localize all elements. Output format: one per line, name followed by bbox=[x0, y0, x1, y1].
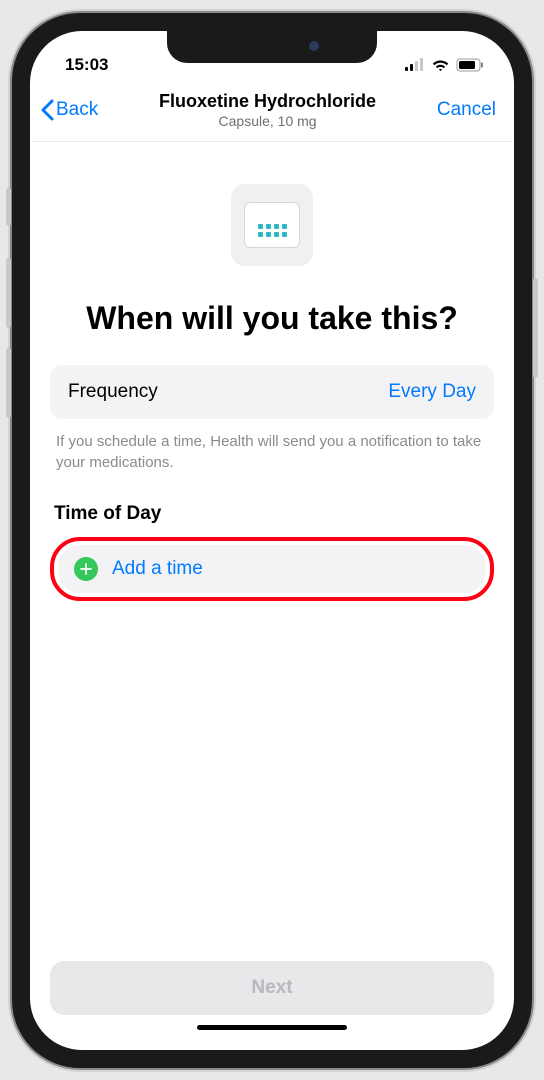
headline: When will you take this? bbox=[60, 300, 484, 338]
next-button[interactable]: Next bbox=[50, 961, 494, 1015]
content: When will you take this? Frequency Every… bbox=[30, 142, 514, 947]
nav-title-main: Fluoxetine Hydrochloride bbox=[98, 91, 437, 112]
home-indicator[interactable] bbox=[197, 1025, 347, 1030]
phone-frame: 15:03 Back Fluoxetine Hydrochloride Caps… bbox=[12, 13, 532, 1068]
footer: Next bbox=[30, 947, 514, 1050]
status-icons bbox=[405, 58, 484, 72]
notch bbox=[167, 31, 377, 63]
back-label: Back bbox=[56, 99, 98, 121]
wifi-icon bbox=[431, 58, 450, 72]
back-button[interactable]: Back bbox=[40, 99, 98, 121]
add-time-button[interactable]: Add a time bbox=[58, 545, 486, 593]
status-time: 15:03 bbox=[65, 55, 108, 75]
volume-down-button bbox=[6, 348, 11, 418]
plus-icon bbox=[74, 557, 98, 581]
chevron-left-icon bbox=[40, 99, 54, 121]
frequency-row[interactable]: Frequency Every Day bbox=[50, 365, 494, 419]
side-button bbox=[533, 278, 538, 378]
helper-text: If you schedule a time, Health will send… bbox=[50, 419, 494, 477]
screen: 15:03 Back Fluoxetine Hydrochloride Caps… bbox=[30, 31, 514, 1050]
frequency-label: Frequency bbox=[68, 381, 158, 403]
cancel-button[interactable]: Cancel bbox=[437, 99, 496, 121]
highlight-ring: Add a time bbox=[50, 537, 494, 601]
volume-up-button bbox=[6, 258, 11, 328]
cellular-icon bbox=[405, 58, 425, 71]
frequency-value: Every Day bbox=[388, 381, 476, 403]
nav-title-sub: Capsule, 10 mg bbox=[98, 113, 437, 129]
add-time-label: Add a time bbox=[112, 558, 203, 580]
calendar-icon bbox=[231, 184, 313, 266]
time-of-day-header: Time of Day bbox=[54, 503, 490, 525]
battery-icon bbox=[456, 58, 484, 72]
nav-bar: Back Fluoxetine Hydrochloride Capsule, 1… bbox=[30, 81, 514, 142]
nav-title: Fluoxetine Hydrochloride Capsule, 10 mg bbox=[98, 91, 437, 129]
mute-switch bbox=[6, 188, 11, 226]
